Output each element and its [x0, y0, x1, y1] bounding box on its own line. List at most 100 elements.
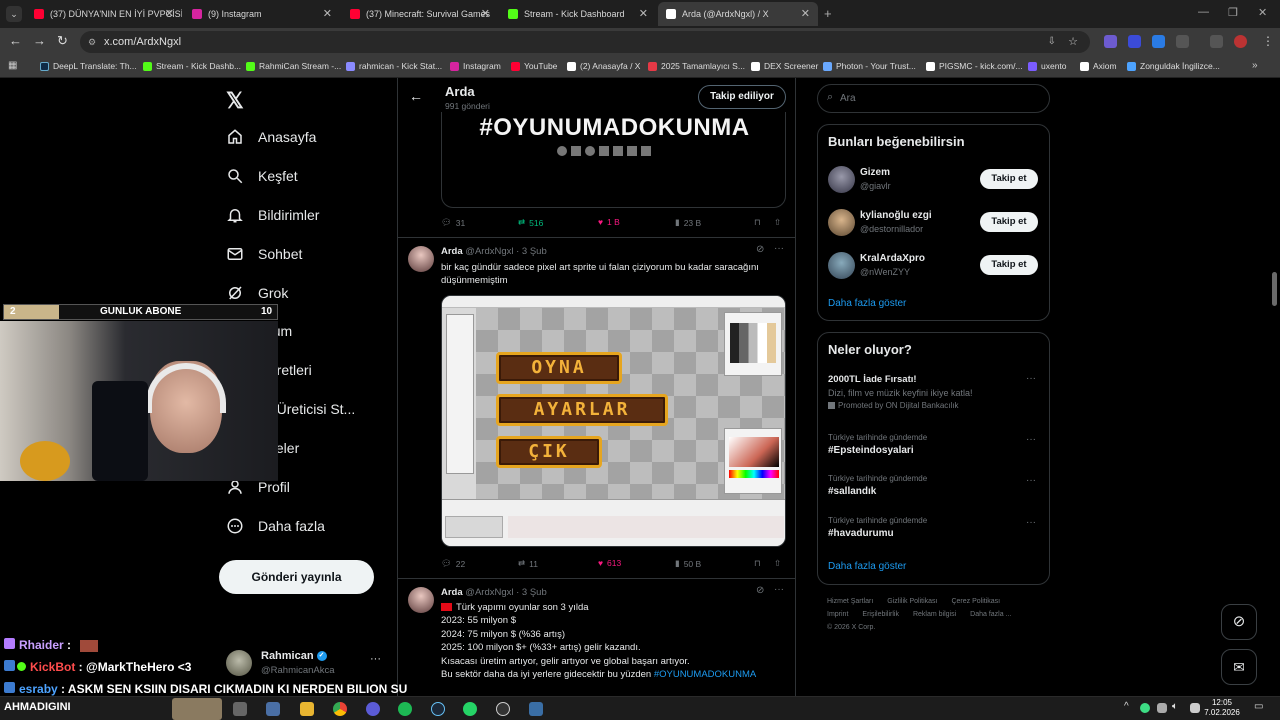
star-icon[interactable]: ☆ — [1068, 31, 1078, 53]
task-view-icon[interactable] — [233, 702, 247, 716]
tab-search-button[interactable]: ⌄ — [6, 6, 22, 22]
bookmark[interactable]: DEX Screener — [751, 61, 818, 71]
nav-notifications[interactable]: Bildirimler — [226, 206, 319, 224]
steam-icon[interactable] — [431, 702, 445, 716]
footer-link[interactable]: Daha fazla ... — [970, 611, 1011, 618]
obs-icon[interactable] — [496, 702, 510, 716]
bookmark-icon[interactable]: ⊓ — [754, 558, 761, 569]
bookmark[interactable]: rahmican - Kick Stat... — [346, 61, 442, 71]
suggestion-row[interactable]: KralArdaXpro @nWenZYY Takip et — [828, 251, 1040, 281]
taskbar-thumbnail[interactable] — [172, 698, 222, 720]
nav-grok[interactable]: Grok — [226, 284, 288, 302]
close-tab-icon[interactable]: ✕ — [801, 7, 810, 20]
url-bar[interactable]: ⚙ x.com/ArdxNgxl ⇩ ☆ — [80, 31, 1090, 53]
post-image[interactable]: OYNA AYARLAR ÇIK — [441, 295, 786, 547]
extensions-puzzle-icon[interactable] — [1176, 35, 1189, 48]
following-button[interactable]: Takip ediliyor — [698, 85, 786, 109]
browser-tab-active[interactable]: Arda (@ArdxNgxl) / X ✕ — [658, 2, 818, 26]
back-icon[interactable]: ← — [9, 33, 22, 48]
bookmark[interactable]: YouTube — [511, 61, 557, 71]
follow-button[interactable]: Takip et — [980, 169, 1038, 189]
bookmark[interactable]: RahmiCan Stream -... — [246, 61, 341, 71]
search-input[interactable]: ⌕ Ara — [817, 84, 1050, 113]
bookmark[interactable]: Zonguldak İngilizce... — [1127, 61, 1220, 71]
scrollbar[interactable] — [1272, 272, 1277, 306]
extension-icon[interactable] — [1128, 35, 1141, 48]
footer-link[interactable]: Imprint — [827, 611, 848, 618]
bookmark[interactable]: (2) Anasayfa / X — [567, 61, 640, 71]
author-name[interactable]: Arda — [441, 587, 463, 598]
post-more-icon[interactable]: ··· — [774, 584, 784, 595]
bookmark[interactable]: Axiom — [1080, 61, 1117, 71]
avatar[interactable] — [408, 246, 434, 272]
forward-icon[interactable]: → — [33, 33, 46, 48]
close-tab-icon[interactable]: ✕ — [323, 7, 332, 20]
messages-float-button[interactable]: ✉ — [1221, 649, 1257, 685]
nav-chat[interactable]: Sohbet — [226, 245, 302, 263]
close-tab-icon[interactable]: ✕ — [481, 7, 490, 20]
bookmark[interactable]: Stream - Kick Dashb... — [143, 61, 241, 71]
minimize-icon[interactable]: — — [1198, 6, 1209, 18]
show-more-link[interactable]: Daha fazla göster — [828, 561, 906, 572]
site-info-icon[interactable]: ⚙ — [88, 31, 96, 53]
avatar[interactable] — [1234, 35, 1247, 48]
post-button[interactable]: Gönderi yayınla — [219, 560, 374, 594]
app-icon[interactable] — [529, 702, 543, 716]
close-window-icon[interactable]: ✕ — [1258, 6, 1267, 19]
author-handle[interactable]: @ArdxNgxl — [465, 246, 513, 257]
reply-button[interactable]: 💬︎ 31 — [441, 217, 465, 228]
media-icon[interactable] — [1210, 35, 1223, 48]
follow-button[interactable]: Takip et — [980, 212, 1038, 232]
whatsapp-icon[interactable] — [463, 702, 477, 716]
post-date[interactable]: · 3 Şub — [516, 246, 547, 257]
tray-chevron-icon[interactable]: ^ — [1124, 701, 1129, 712]
trend-item[interactable]: Türkiye tarihinde gündemde #sallandık — [828, 474, 1040, 497]
trend-item[interactable]: Türkiye tarihinde gündemde #havadurumu — [828, 516, 1040, 539]
bookmark[interactable]: 2025 Tamamlayıcı S... — [648, 61, 745, 71]
close-tab-icon[interactable]: ✕ — [165, 7, 174, 20]
repost-button[interactable]: ⇄ 516 — [518, 217, 543, 228]
chrome-icon[interactable] — [333, 702, 347, 716]
trend-more-icon[interactable]: ··· — [1026, 517, 1036, 528]
author-name[interactable]: Arda — [441, 246, 463, 257]
trend-more-icon[interactable]: ··· — [1026, 373, 1036, 384]
grok-float-button[interactable]: ⊘ — [1221, 604, 1257, 640]
file-explorer-icon[interactable] — [300, 702, 314, 716]
notification-icon[interactable]: ▭ — [1254, 701, 1263, 712]
browser-tab[interactable]: (37) Minecraft: Survival Games ✕ — [342, 2, 498, 26]
browser-tab[interactable]: (9) Instagram ✕ — [184, 2, 340, 26]
like-button[interactable]: ♥ 1 B — [598, 217, 620, 227]
repost-button[interactable]: ⇄ 11 — [518, 558, 538, 569]
x-logo-icon[interactable]: 𝕏 — [226, 88, 244, 114]
footer-link[interactable]: Gizlilik Politikası — [887, 598, 937, 605]
post-date[interactable]: · 3 Şub — [516, 587, 547, 598]
system-clock[interactable]: 12:05 7.02.2026 — [1204, 698, 1240, 718]
footer-link[interactable]: Reklam bilgisi — [913, 611, 956, 618]
extension-icon[interactable] — [1104, 35, 1117, 48]
network-icon[interactable] — [1190, 703, 1200, 713]
nav-explore[interactable]: Keşfet — [226, 167, 298, 185]
like-button[interactable]: ♥ 613 — [598, 558, 621, 568]
grok-icon[interactable]: ⊘ — [756, 585, 764, 596]
hashtag-link[interactable]: #OYUNUMADOKUNMA — [654, 669, 756, 680]
bookmark[interactable]: uxento — [1028, 61, 1067, 71]
post-more-icon[interactable]: ··· — [774, 243, 784, 254]
app-icon[interactable] — [266, 702, 280, 716]
new-tab-button[interactable]: + — [824, 6, 832, 21]
volume-icon[interactable]: 🔈︎ — [1172, 701, 1178, 712]
views-button[interactable]: ▮ 50 B — [675, 558, 701, 569]
grok-icon[interactable]: ⊘ — [756, 244, 764, 255]
menu-icon[interactable]: ⋮ — [1262, 34, 1274, 48]
extension-icon[interactable] — [1152, 35, 1165, 48]
install-icon[interactable]: ⇩ — [1048, 31, 1056, 53]
footer-link[interactable]: Erişilebilirlik — [862, 611, 899, 618]
bookmark[interactable]: Instagram — [450, 61, 501, 71]
bookmark[interactable]: Photon - Your Trust... — [823, 61, 916, 71]
bookmark[interactable]: PIGSMC - kick.com/... — [926, 61, 1023, 71]
maximize-icon[interactable]: ❐ — [1228, 6, 1238, 19]
browser-tab[interactable]: (37) DÜNYA'NIN EN İYİ PVPCİSİ ✕ — [26, 2, 182, 26]
bookmark[interactable]: DeepL Translate: Th... — [40, 61, 137, 71]
share-icon[interactable]: ⇧ — [774, 558, 781, 569]
follow-button[interactable]: Takip et — [980, 255, 1038, 275]
trend-item[interactable]: Türkiye tarihinde gündemde #Epsteindosya… — [828, 433, 1040, 456]
